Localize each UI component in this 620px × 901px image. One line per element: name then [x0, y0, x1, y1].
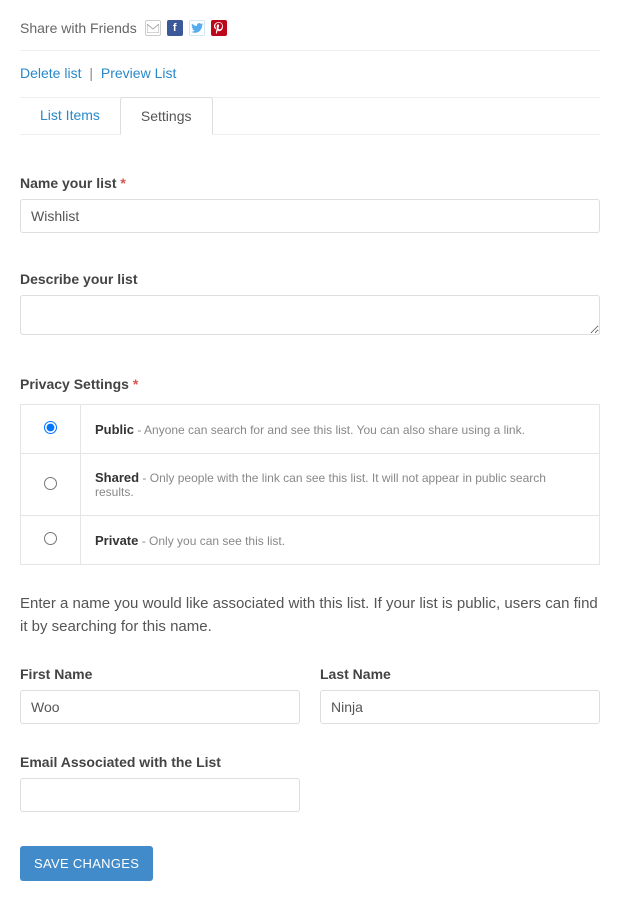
privacy-content: Private - Only you can see this list.: [81, 516, 600, 565]
privacy-row-public: Public - Anyone can search for and see t…: [21, 405, 600, 454]
share-row: Share with Friends f: [20, 20, 600, 51]
name-section: Name your list *: [20, 175, 600, 233]
email-input[interactable]: [20, 778, 300, 812]
action-links: Delete list | Preview List: [20, 65, 600, 98]
twitter-icon[interactable]: [189, 20, 205, 36]
radio-cell: [21, 516, 81, 565]
tab-settings[interactable]: Settings: [120, 97, 213, 135]
tab-list-items[interactable]: List Items: [20, 97, 120, 134]
preview-list-link[interactable]: Preview List: [101, 65, 176, 81]
radio-cell: [21, 405, 81, 454]
privacy-label: Privacy Settings *: [20, 376, 600, 392]
email-section: Email Associated with the List: [20, 754, 600, 812]
last-name-col: Last Name: [320, 666, 600, 724]
first-name-col: First Name: [20, 666, 300, 724]
share-label: Share with Friends: [20, 20, 137, 36]
name-label: Name your list *: [20, 175, 600, 191]
privacy-section: Privacy Settings * Public - Anyone can s…: [20, 376, 600, 565]
divider: |: [89, 65, 93, 81]
save-changes-button[interactable]: SAVE CHANGES: [20, 846, 153, 881]
delete-list-link[interactable]: Delete list: [20, 65, 81, 81]
first-name-label: First Name: [20, 666, 300, 682]
name-row: First Name Last Name: [20, 666, 600, 724]
describe-label: Describe your list: [20, 271, 600, 287]
facebook-icon[interactable]: f: [167, 20, 183, 36]
privacy-name: Private: [95, 533, 138, 548]
privacy-radio-private[interactable]: [44, 532, 57, 545]
privacy-desc: - Only you can see this list.: [138, 534, 285, 548]
email-label: Email Associated with the List: [20, 754, 600, 770]
privacy-content: Public - Anyone can search for and see t…: [81, 405, 600, 454]
privacy-row-private: Private - Only you can see this list.: [21, 516, 600, 565]
pinterest-icon[interactable]: [211, 20, 227, 36]
helper-text: Enter a name you would like associated w…: [20, 593, 600, 638]
describe-section: Describe your list: [20, 271, 600, 338]
describe-textarea[interactable]: [20, 295, 600, 335]
tabs: List Items Settings: [20, 97, 600, 135]
email-icon[interactable]: [145, 20, 161, 36]
required-marker: *: [133, 376, 138, 392]
last-name-input[interactable]: [320, 690, 600, 724]
privacy-name: Public: [95, 422, 134, 437]
privacy-table: Public - Anyone can search for and see t…: [20, 404, 600, 565]
radio-cell: [21, 454, 81, 516]
privacy-desc: - Only people with the link can see this…: [95, 471, 546, 499]
required-marker: *: [120, 175, 125, 191]
privacy-label-text: Privacy Settings: [20, 376, 129, 392]
privacy-radio-shared[interactable]: [44, 477, 57, 490]
list-name-input[interactable]: [20, 199, 600, 233]
name-label-text: Name your list: [20, 175, 116, 191]
privacy-desc: - Anyone can search for and see this lis…: [134, 423, 525, 437]
last-name-label: Last Name: [320, 666, 600, 682]
privacy-row-shared: Shared - Only people with the link can s…: [21, 454, 600, 516]
first-name-input[interactable]: [20, 690, 300, 724]
privacy-name: Shared: [95, 470, 139, 485]
privacy-content: Shared - Only people with the link can s…: [81, 454, 600, 516]
privacy-radio-public[interactable]: [44, 421, 57, 434]
